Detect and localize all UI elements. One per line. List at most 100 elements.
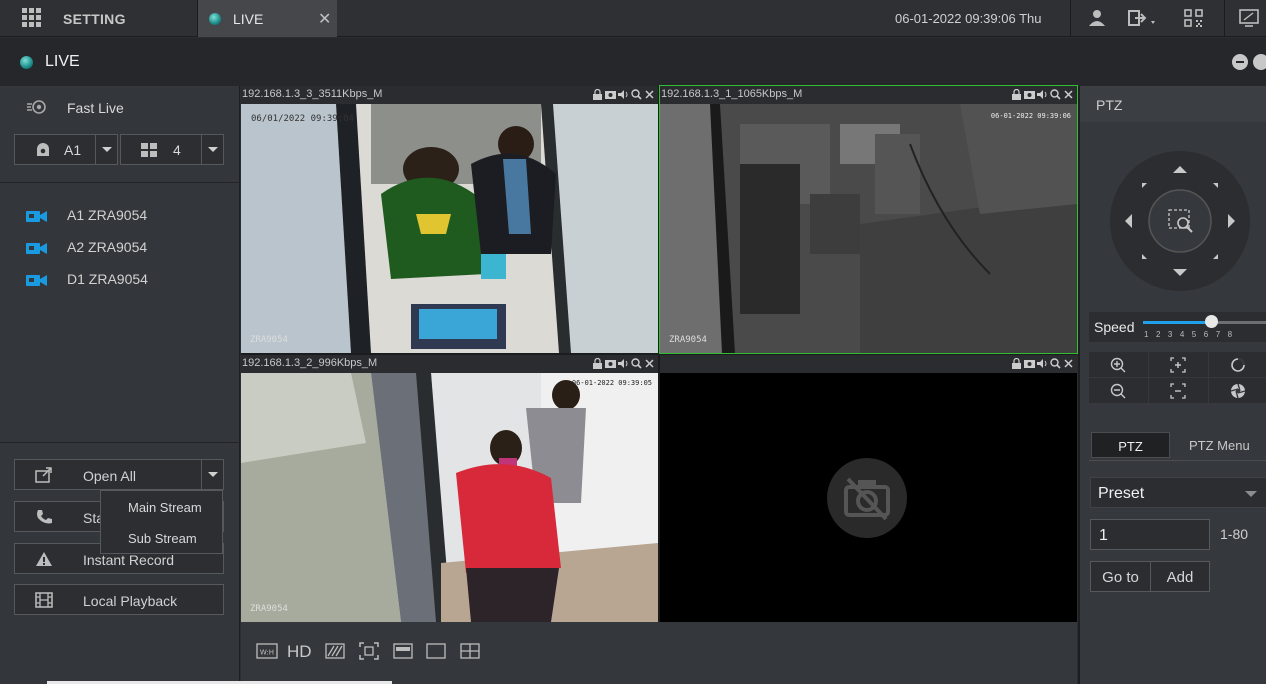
minimize-icon[interactable]	[1232, 54, 1248, 70]
setting-menu[interactable]: SETTING	[63, 11, 126, 27]
iris-open-button[interactable]	[1209, 352, 1266, 377]
camera-name-overlay: ZRA9054	[669, 335, 707, 345]
monitor-icon[interactable]	[1238, 8, 1260, 28]
aperture-icon	[1230, 383, 1246, 399]
local-playback-button[interactable]: Local Playback	[14, 584, 224, 615]
layout-quad-icon[interactable]	[460, 642, 480, 660]
layout-select[interactable]: 4	[120, 134, 224, 165]
top-bar: SETTING LIVE ✕ 06-01-2022 09:39:06 Thu	[0, 0, 1266, 37]
snapshot-icon[interactable]	[605, 358, 616, 369]
close-icon[interactable]	[644, 358, 655, 369]
chevron-down-icon[interactable]	[201, 460, 223, 489]
user-icon[interactable]	[1086, 8, 1108, 28]
zoom-icon[interactable]	[631, 89, 642, 100]
ptz-direction-pad[interactable]	[1109, 150, 1251, 292]
hd-toggle[interactable]: HD	[287, 642, 312, 662]
instant-record-label: Instant Record	[83, 552, 175, 568]
view-toolbar	[592, 89, 655, 101]
tab-ptz-menu[interactable]: PTZ Menu	[1189, 438, 1250, 453]
preset-select-value: Preset	[1098, 485, 1145, 502]
close-icon[interactable]	[1063, 358, 1074, 369]
camera-label: A2 ZRA9054	[67, 239, 148, 255]
lock-icon[interactable]	[592, 89, 603, 100]
zoom-icon[interactable]	[1050, 358, 1061, 369]
open-all-button[interactable]: Open All	[14, 459, 224, 490]
apps-grid-icon[interactable]	[22, 8, 42, 28]
video-view-3[interactable]: 192.168.1.3_2_996Kbps_M 06-01-2022 09:39…	[241, 355, 658, 622]
snapshot-icon[interactable]	[605, 89, 616, 100]
close-icon[interactable]	[644, 89, 655, 100]
iris-open-icon	[1231, 357, 1246, 372]
layout-select-value: 4	[173, 142, 181, 158]
zoom-out-button[interactable]	[1089, 378, 1148, 403]
open-all-label: Open All	[83, 468, 136, 484]
video-timestamp: 06/01/2022 09:39:04	[251, 114, 354, 124]
chevron-down-icon[interactable]	[95, 135, 117, 164]
snapshot-icon[interactable]	[1024, 358, 1035, 369]
dvr-live-app: SETTING LIVE ✕ 06-01-2022 09:39:06 Thu L…	[0, 0, 1266, 684]
close-icon[interactable]	[1253, 54, 1266, 70]
iris-close-button[interactable]	[1209, 378, 1266, 403]
video-view-4[interactable]	[660, 355, 1077, 622]
video-view-1[interactable]: 192.168.1.3_3_3511Kbps_M 06/01/2022 09:3…	[241, 86, 658, 353]
lock-icon[interactable]	[592, 358, 603, 369]
stream-info: 192.168.1.3_1_1065Kbps_M	[661, 88, 803, 100]
phone-icon	[37, 510, 52, 524]
logout-icon[interactable]	[1127, 8, 1161, 28]
qr-code-icon[interactable]	[1183, 8, 1205, 28]
camera-icon	[26, 211, 47, 222]
goto-preset-button[interactable]: Go to	[1090, 561, 1151, 592]
focus-far-button[interactable]	[1149, 378, 1208, 403]
ptz-lens-buttons	[1089, 352, 1266, 404]
audio-icon[interactable]	[618, 358, 629, 369]
bottom-toolbar: W:H HD	[241, 622, 1077, 684]
aspect-ratio-icon[interactable]: W:H	[256, 642, 278, 660]
fast-live-label[interactable]: Fast Live	[67, 100, 124, 116]
snapshot-icon[interactable]	[1024, 89, 1035, 100]
lock-icon[interactable]	[1011, 358, 1022, 369]
fullscreen-icon[interactable]	[359, 642, 379, 660]
live-status-icon	[209, 13, 221, 25]
zoom-in-button[interactable]	[1089, 352, 1148, 377]
divider	[1224, 0, 1225, 37]
preset-range-hint: 1-80	[1220, 526, 1249, 542]
layout-single-icon[interactable]	[426, 642, 446, 660]
zoom-icon[interactable]	[631, 358, 642, 369]
camera-label: D1 ZRA9054	[67, 271, 148, 287]
no-video-camera-icon	[827, 458, 907, 538]
zoom-in-icon	[1110, 357, 1126, 373]
window-title: LIVE	[45, 53, 80, 70]
add-preset-button[interactable]: Add	[1150, 561, 1210, 592]
live-window-header: LIVE	[0, 38, 1266, 86]
preset-number-input[interactable]: 1	[1090, 519, 1210, 550]
speed-slider-handle[interactable]	[1205, 315, 1218, 328]
video-feed: 06/01/2022 09:39:04 ZRA9054	[241, 104, 658, 353]
svg-text:W:H: W:H	[260, 649, 274, 657]
ptz-header: PTZ	[1080, 86, 1266, 122]
audio-icon[interactable]	[1037, 358, 1048, 369]
tab-close-icon[interactable]: ✕	[318, 9, 331, 29]
zoom-out-icon	[1110, 383, 1126, 399]
tab-ptz[interactable]: PTZ	[1091, 432, 1170, 458]
video-view-2[interactable]: 192.168.1.3_1_1065Kbps_M 06-01-2022 09:3…	[659, 85, 1078, 354]
zoom-icon[interactable]	[1050, 89, 1061, 100]
open-external-icon	[35, 467, 52, 483]
menu-item-main-stream[interactable]: Main Stream	[101, 491, 222, 522]
layout-wide-icon[interactable]	[393, 642, 413, 660]
audio-icon[interactable]	[618, 89, 629, 100]
preset-select[interactable]: Preset	[1090, 477, 1266, 508]
menu-item-sub-stream[interactable]: Sub Stream	[101, 522, 222, 553]
focus-plus-icon	[1170, 357, 1186, 373]
channel-select[interactable]: A1	[14, 134, 118, 165]
chevron-down-icon[interactable]	[201, 135, 223, 164]
focus-near-button[interactable]	[1149, 352, 1208, 377]
audio-icon[interactable]	[1037, 89, 1048, 100]
preset-number-value: 1	[1099, 527, 1108, 544]
video-timestamp: 06-01-2022 09:39:06	[990, 112, 1071, 120]
image-adjust-icon[interactable]	[325, 642, 345, 660]
divider	[1089, 460, 1266, 461]
tab-live[interactable]: LIVE ✕	[198, 0, 337, 37]
ptz-tabs: PTZ PTZ Menu	[1089, 432, 1266, 460]
close-icon[interactable]	[1063, 89, 1074, 100]
lock-icon[interactable]	[1011, 89, 1022, 100]
